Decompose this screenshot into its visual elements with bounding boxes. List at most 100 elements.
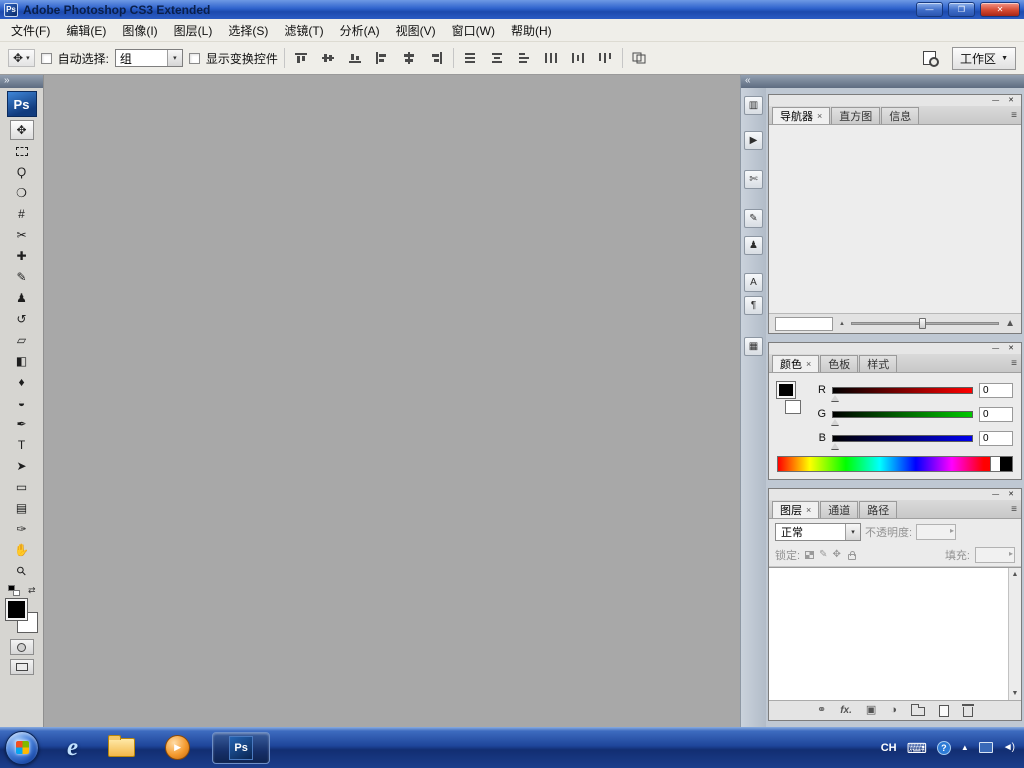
- lock-all-icon[interactable]: [847, 551, 856, 560]
- tab-styles[interactable]: 样式: [859, 355, 898, 372]
- adjustment-layer-icon[interactable]: ◑: [890, 705, 897, 716]
- distribute-left-edges-button[interactable]: [541, 49, 562, 68]
- blue-slider[interactable]: [831, 434, 973, 449]
- history-brush-tool[interactable]: ↺: [10, 309, 34, 329]
- distribute-vertical-centers-button[interactable]: [487, 49, 508, 68]
- language-indicator[interactable]: CH: [881, 742, 897, 754]
- panel-close-button[interactable]: ✕: [1008, 97, 1014, 104]
- panel-minimize-button[interactable]: —: [992, 345, 999, 352]
- red-slider-thumb[interactable]: [831, 391, 839, 401]
- align-right-edges-button[interactable]: [426, 49, 447, 68]
- tab-info[interactable]: 信息: [881, 107, 920, 124]
- paragraph-panel-button[interactable]: ¶: [744, 296, 763, 315]
- tab-navigator[interactable]: 导航器 ×: [772, 107, 831, 124]
- green-slider-thumb[interactable]: [831, 415, 839, 425]
- character-panel-button[interactable]: A: [744, 273, 763, 292]
- swap-colors-icon[interactable]: ⇄: [28, 585, 36, 596]
- hidden-icons-arrow[interactable]: ▲: [961, 743, 969, 752]
- tab-close-icon[interactable]: ×: [806, 505, 811, 515]
- path-selection-tool[interactable]: ➤: [10, 456, 34, 476]
- menu-help[interactable]: 帮助(H): [503, 19, 560, 42]
- panel-minimize-button[interactable]: —: [992, 97, 999, 104]
- auto-select-dropdown[interactable]: 组 ▾: [114, 49, 183, 67]
- workspace-button[interactable]: 工作区 ▼: [952, 46, 1016, 70]
- panel-menu-icon[interactable]: ≡: [1011, 110, 1017, 121]
- scroll-up-icon[interactable]: ▲: [1012, 568, 1019, 581]
- menu-file[interactable]: 文件(F): [3, 19, 58, 42]
- zoom-tool[interactable]: ⚲: [10, 561, 34, 581]
- scroll-down-icon[interactable]: ▼: [1012, 687, 1019, 700]
- zoom-in-icon[interactable]: ▲: [1005, 318, 1015, 329]
- actions-panel-button[interactable]: ▶: [744, 131, 763, 150]
- media-player-icon[interactable]: ▶: [165, 735, 191, 760]
- minimize-button[interactable]: —: [916, 2, 943, 17]
- slice-tool[interactable]: ✂: [10, 225, 34, 245]
- menu-select[interactable]: 选择(S): [220, 19, 276, 42]
- new-layer-icon[interactable]: [938, 704, 949, 717]
- auto-select-checkbox[interactable]: [40, 52, 52, 64]
- type-tool[interactable]: T: [10, 435, 34, 455]
- dock-expand-button[interactable]: «: [741, 75, 766, 88]
- zoom-slider-thumb[interactable]: [919, 318, 927, 329]
- align-left-edges-button[interactable]: [372, 49, 393, 68]
- menu-layer[interactable]: 图层(L): [166, 19, 221, 42]
- display-icon[interactable]: [978, 742, 993, 753]
- menu-image[interactable]: 图像(I): [114, 19, 165, 42]
- lock-transparent-pixels-icon[interactable]: [805, 551, 815, 559]
- foreground-color-swatch[interactable]: [4, 598, 28, 621]
- layers-scrollbar[interactable]: ▲ ▼: [1008, 568, 1021, 700]
- menu-view[interactable]: 视图(V): [388, 19, 444, 42]
- tool-preset-picker[interactable]: ✥ ▾: [8, 49, 35, 67]
- green-value-field[interactable]: 0: [979, 406, 1013, 422]
- background-color-swatch[interactable]: [785, 400, 801, 414]
- spinner-arrow-icon[interactable]: ▸: [950, 526, 954, 535]
- spot-healing-brush-tool[interactable]: ✚: [10, 246, 34, 266]
- align-vertical-centers-button[interactable]: [318, 49, 339, 68]
- internet-explorer-icon[interactable]: e: [67, 735, 78, 760]
- keyboard-icon[interactable]: ⌨: [907, 741, 927, 755]
- distribute-top-edges-button[interactable]: [460, 49, 481, 68]
- dodge-tool[interactable]: ◒: [10, 393, 34, 413]
- brushes-panel-button[interactable]: ✎: [744, 209, 763, 228]
- blend-mode-select[interactable]: 正常 ▾: [775, 522, 861, 541]
- tab-color[interactable]: 颜色 ×: [772, 355, 820, 372]
- red-value-field[interactable]: 0: [979, 382, 1013, 398]
- menu-edit[interactable]: 编辑(E): [58, 19, 114, 42]
- tab-paths[interactable]: 路径: [859, 501, 898, 518]
- quick-mask-button[interactable]: [9, 639, 34, 655]
- start-button[interactable]: [5, 730, 39, 765]
- toolbox-collapse-button[interactable]: »: [0, 75, 43, 88]
- menu-window[interactable]: 窗口(W): [444, 19, 503, 42]
- foreground-color-swatch[interactable]: [776, 381, 796, 399]
- green-slider[interactable]: [831, 410, 973, 425]
- eyedropper-tool[interactable]: ✑: [10, 519, 34, 539]
- color-spectrum-ramp[interactable]: [777, 456, 1013, 472]
- menu-filter[interactable]: 滤镜(T): [276, 19, 331, 42]
- opacity-field[interactable]: ▸: [916, 523, 957, 540]
- volume-icon[interactable]: ◄): [1003, 742, 1015, 753]
- zoom-percent-field[interactable]: [775, 316, 833, 331]
- default-colors-icon[interactable]: [7, 585, 20, 596]
- zoom-slider[interactable]: [850, 318, 1000, 329]
- blur-tool[interactable]: ♦: [10, 372, 34, 392]
- photoshop-taskbar-button[interactable]: Ps: [212, 731, 271, 764]
- layers-list[interactable]: ▲ ▼: [769, 567, 1021, 700]
- align-top-edges-button[interactable]: [291, 49, 312, 68]
- delete-layer-icon[interactable]: [961, 704, 974, 717]
- panel-close-button[interactable]: ✕: [1008, 491, 1014, 498]
- lasso-tool[interactable]: Ϙ: [10, 162, 34, 182]
- panel-menu-icon[interactable]: ≡: [1011, 504, 1017, 515]
- spinner-arrow-icon[interactable]: ▸: [1009, 550, 1013, 558]
- tool-presets-panel-button[interactable]: ✄: [744, 170, 763, 189]
- align-horizontal-centers-button[interactable]: [399, 49, 420, 68]
- blue-slider-thumb[interactable]: [831, 439, 839, 449]
- tab-layers[interactable]: 图层 ×: [772, 501, 820, 518]
- spectrum-black[interactable]: [1000, 457, 1012, 471]
- clone-stamp-tool[interactable]: ♟: [10, 288, 34, 308]
- eraser-tool[interactable]: ▱: [10, 330, 34, 350]
- blue-value-field[interactable]: 0: [979, 430, 1013, 446]
- menu-analysis[interactable]: 分析(A): [332, 19, 388, 42]
- notes-tool[interactable]: ▤: [10, 498, 34, 518]
- tab-close-icon[interactable]: ×: [817, 111, 822, 121]
- link-layers-icon[interactable]: ⚭: [817, 705, 826, 716]
